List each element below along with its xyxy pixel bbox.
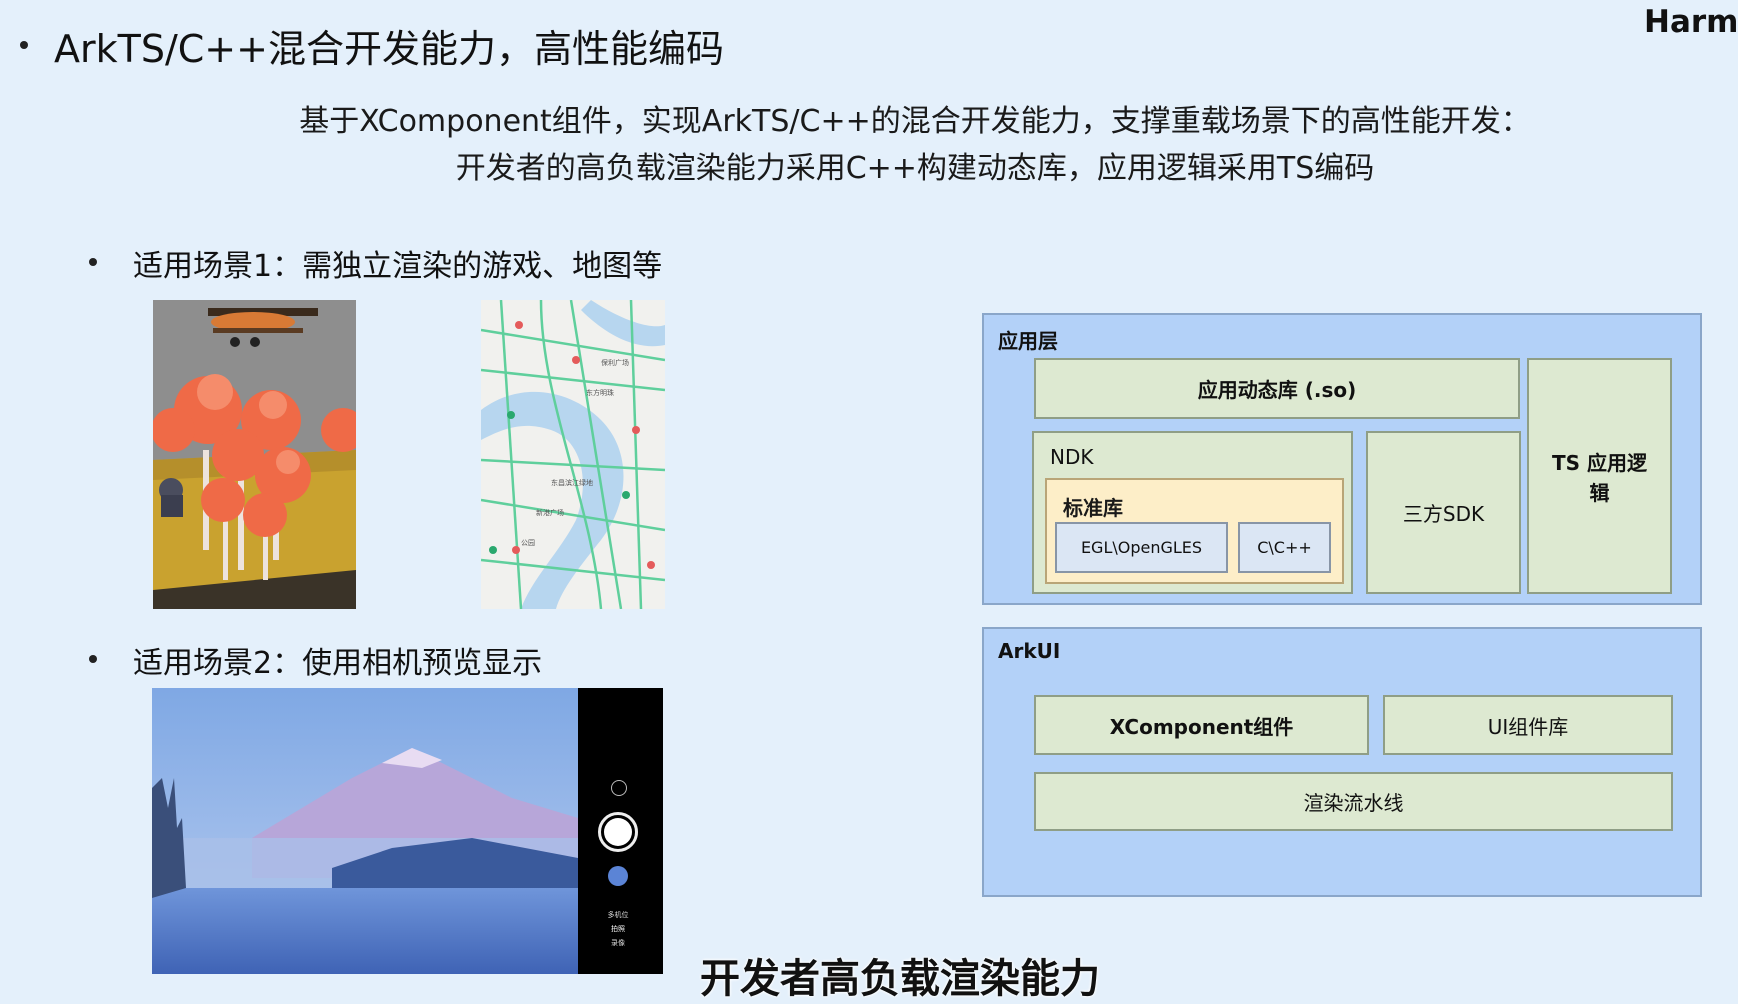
arkui-label: ArkUI [998,639,1061,663]
render-pipeline-box: 渲染流水线 [1034,772,1673,831]
brand-logo-text: Harmo [1644,4,1738,40]
map-label: 保利广场 [601,358,629,367]
ts-app-logic-box: TS 应用逻辑 [1527,358,1672,594]
game-screenshot-image [153,300,356,609]
camera-photo-label[interactable]: 拍照 [578,924,658,934]
slide-title: ArkTS/C++混合开发能力，高性能编码 [54,27,724,71]
map-label: 东方明珠 [586,388,614,397]
scenario1-bullet [89,258,97,266]
ndk-label: NDK [1050,445,1094,469]
gallery-thumbnail[interactable] [608,866,628,886]
camera-preview-image [152,688,578,974]
description-line-1: 基于XComponent组件，实现ArkTS/C++的混合开发能力，支撑重载场景… [299,104,1531,139]
map-label: 东昌滨江绿地 [551,478,593,487]
camera-video-label[interactable]: 录像 [578,938,658,948]
camera-mode-label[interactable]: 多机位 [578,910,658,920]
scenario2-bullet [89,655,97,663]
map-screenshot-image: 保利广场 东昌滨江绿地 新港广场 东方明珠 公园 [481,300,665,609]
third-party-sdk-box: 三方SDK [1366,431,1521,594]
camera-control-panel: 多机位 拍照 录像 [578,688,663,974]
description-line-2: 开发者的高负载渲染能力采用C++构建动态库，应用逻辑采用TS编码 [455,151,1375,186]
app-layer-label: 应用层 [998,329,1058,353]
c-cpp-box: C\C++ [1238,522,1331,573]
scenario2-text: 适用场景2：使用相机预览显示 [133,646,543,681]
scenario1-text: 适用场景1：需独立渲染的游戏、地图等 [133,249,663,284]
egl-opengles-box: EGL\OpenGLES [1055,522,1228,573]
map-label: 公园 [521,539,535,547]
ui-component-library-box: UI组件库 [1383,695,1673,755]
video-subtitle: 开发者高负载渲染能力 [700,956,1100,1002]
title-bullet [20,41,28,49]
standard-library-label: 标准库 [1063,496,1123,520]
map-label: 新港广场 [536,508,564,517]
shutter-button[interactable] [598,812,638,852]
arkui-panel: ArkUI [982,627,1702,897]
xcomponent-box: XComponent组件 [1034,695,1369,755]
app-dynamic-library-box: 应用动态库 (.so) [1034,358,1520,419]
camera-switch-icon[interactable] [611,780,627,796]
